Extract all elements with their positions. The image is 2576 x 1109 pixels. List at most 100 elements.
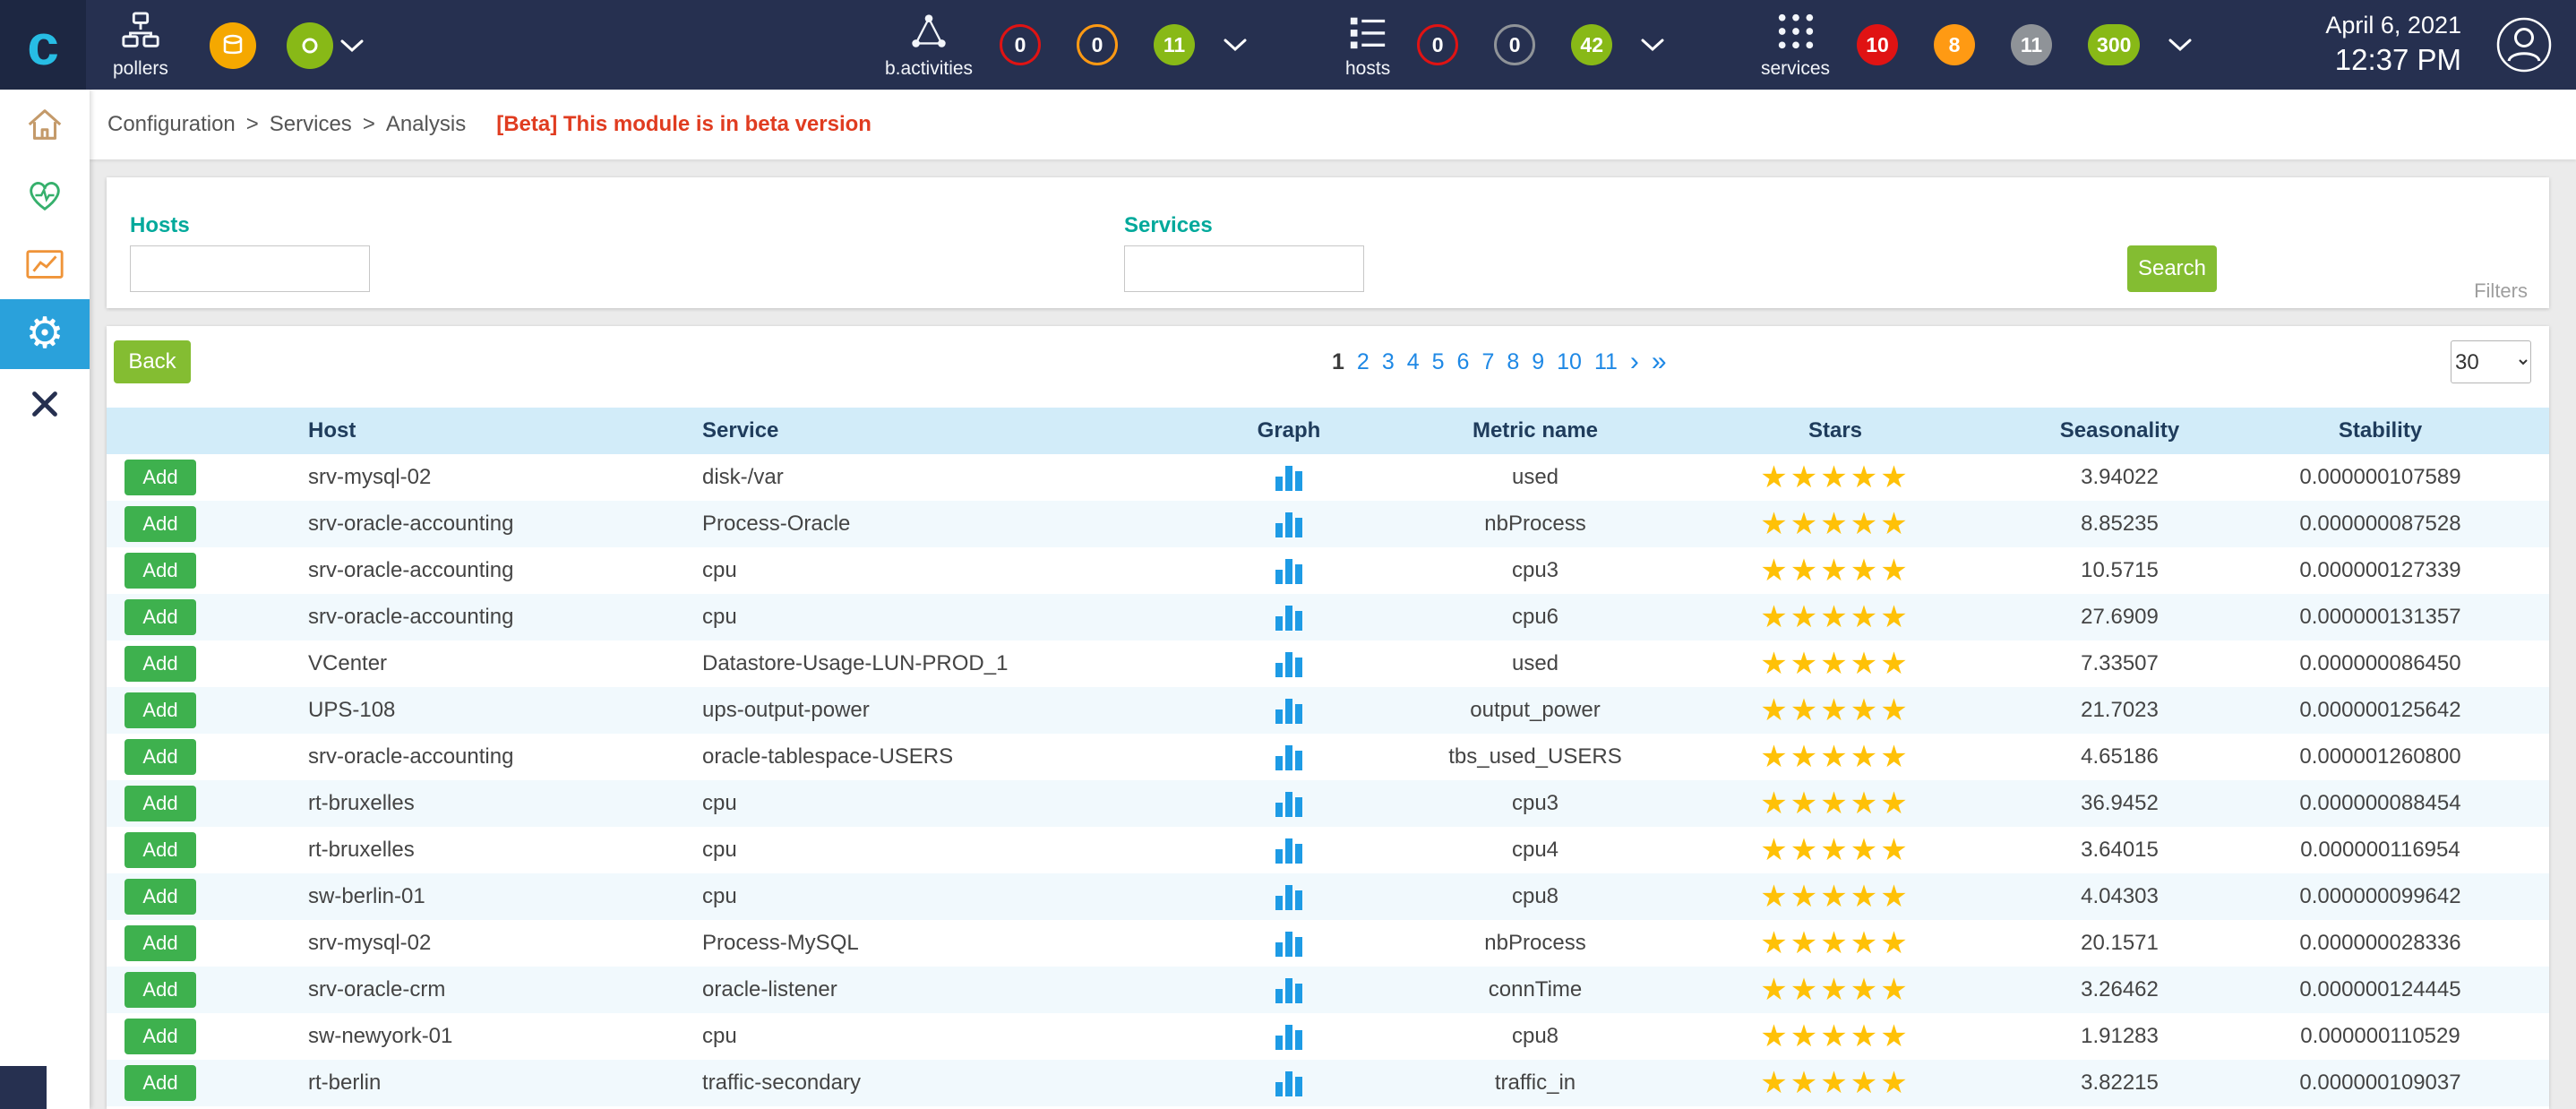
filter-panel: Hosts Services Search Filters [107,177,2549,308]
graph-icon[interactable] [1275,511,1302,537]
graph-icon[interactable] [1275,650,1302,677]
status-badge-unknown-outline[interactable]: 0 [1494,24,1535,65]
add-button[interactable]: Add [125,692,196,728]
status-badge-ok[interactable]: 300 [2088,24,2140,65]
chevron-down-icon[interactable] [2167,37,2194,53]
status-badge-warning-outline[interactable]: 0 [1077,24,1118,65]
chevron-down-icon[interactable] [1639,37,1666,53]
seasonality-cell: 10.5715 [2028,547,2211,594]
user-profile-icon[interactable] [2495,16,2553,73]
add-button[interactable]: Add [125,925,196,961]
metric-name-cell: traffic_in [1428,1060,1643,1106]
add-button[interactable]: Add [125,739,196,775]
database-icon[interactable] [210,22,256,69]
sidebar-item-configuration[interactable]: ⚙ [0,299,90,369]
add-cell: Add [107,1013,308,1060]
add-button[interactable]: Add [125,786,196,821]
breadcrumb-analysis[interactable]: Analysis [386,112,466,137]
centreon-logo[interactable]: c [0,0,86,90]
add-button[interactable]: Add [125,972,196,1008]
table-row: Add srv-oracle-accounting cpu cpu6 ★★★★★… [107,594,2549,640]
sidebar-collapse-button[interactable] [0,1066,47,1109]
table-row: Add sw-berlin-01 cpu cpu8 ★★★★★ 4.04303 … [107,873,2549,920]
page-link-9[interactable]: 9 [1532,349,1544,375]
status-badge-critical-outline[interactable]: 0 [1417,24,1458,65]
graph-icon[interactable] [1275,697,1302,724]
add-button[interactable]: Add [125,646,196,682]
add-button[interactable]: Add [125,460,196,495]
page-link-6[interactable]: 6 [1457,349,1470,375]
status-badge-critical-outline[interactable]: 0 [1000,24,1041,65]
status-badge-unknown[interactable]: 11 [2011,24,2052,65]
page-link-5[interactable]: 5 [1432,349,1445,375]
graph-icon[interactable] [1275,1070,1302,1096]
page-link-2[interactable]: 2 [1357,349,1370,375]
services-filter-input[interactable] [1124,245,1364,292]
breadcrumb-configuration[interactable]: Configuration [107,112,236,137]
add-button[interactable]: Add [125,1019,196,1054]
add-cell: Add [107,1060,308,1106]
status-ok-circle-icon[interactable] [287,22,333,69]
search-button[interactable]: Search [2127,245,2217,292]
graph-icon[interactable] [1275,1023,1302,1050]
next-page-icon[interactable]: › [1630,348,1639,375]
graph-icon[interactable] [1275,976,1302,1003]
add-button[interactable]: Add [125,506,196,542]
stability-cell: 0.000000109037 [2211,1060,2549,1106]
sidebar-item-reporting[interactable] [0,229,90,299]
star-rating: ★★★★★ [1760,554,1910,588]
add-button[interactable]: Add [125,879,196,915]
add-button[interactable]: Add [125,553,196,589]
host-cell: sw-newyork-01 [308,1013,702,1060]
breadcrumb-services[interactable]: Services [270,112,352,137]
chevron-down-icon[interactable] [339,38,365,54]
sidebar-item-home[interactable] [0,90,90,159]
sidebar-item-administration[interactable] [0,369,90,439]
pollers-group[interactable]: pollers [113,0,168,90]
add-button[interactable]: Add [125,599,196,635]
seasonality-cell: 1.91283 [2028,1013,2211,1060]
hosts-status-group[interactable]: hosts 0042 [1345,0,1666,90]
page-link-1[interactable]: 1 [1332,349,1344,375]
last-page-icon[interactable]: » [1652,348,1667,375]
star-rating: ★★★★★ [1760,1066,1910,1100]
graph-icon[interactable] [1275,744,1302,770]
status-badge-ok[interactable]: 42 [1571,24,1612,65]
status-badge-warning[interactable]: 8 [1934,24,1975,65]
service-cell: ups-output-power [702,687,1150,734]
status-badge-critical[interactable]: 10 [1857,24,1898,65]
hosts-badges: 00 42 [1417,24,1612,65]
page-link-7[interactable]: 7 [1481,349,1494,375]
add-cell: Add [107,873,308,920]
graph-icon[interactable] [1275,837,1302,864]
status-badge-ok[interactable]: 11 [1154,24,1195,65]
graph-cell [1150,454,1428,501]
page-link-10[interactable]: 10 [1557,349,1582,375]
services-status-group[interactable]: services 10811300 [1761,0,2194,90]
page-size-select[interactable]: 30 [2451,340,2531,383]
page-link-4[interactable]: 4 [1407,349,1420,375]
graph-icon[interactable] [1275,790,1302,817]
configuration-gear-icon: ⚙ [25,313,64,356]
metrics-table: Host Service Graph Metric name Stars Sea… [107,408,2549,1106]
sidebar-item-monitoring[interactable] [0,159,90,229]
stars-cell: ★★★★★ [1643,687,2028,734]
page-link-8[interactable]: 8 [1507,349,1519,375]
seasonality-cell: 8.85235 [2028,501,2211,547]
filters-link[interactable]: Filters [2474,279,2528,303]
beta-notice: [Beta] This module is in beta version [496,112,872,137]
graph-icon[interactable] [1275,557,1302,584]
chevron-down-icon[interactable] [1222,37,1249,53]
hosts-filter-input[interactable] [130,245,370,292]
add-button[interactable]: Add [125,832,196,868]
page-link-3[interactable]: 3 [1382,349,1395,375]
page-link-11[interactable]: 11 [1594,349,1618,375]
col-header-stars: Stars [1643,408,2028,454]
graph-icon[interactable] [1275,464,1302,491]
add-button[interactable]: Add [125,1065,196,1101]
back-button[interactable]: Back [114,340,191,383]
business-activities-group[interactable]: b.activities 0011 [885,0,1249,90]
graph-icon[interactable] [1275,604,1302,631]
graph-icon[interactable] [1275,883,1302,910]
graph-icon[interactable] [1275,930,1302,957]
